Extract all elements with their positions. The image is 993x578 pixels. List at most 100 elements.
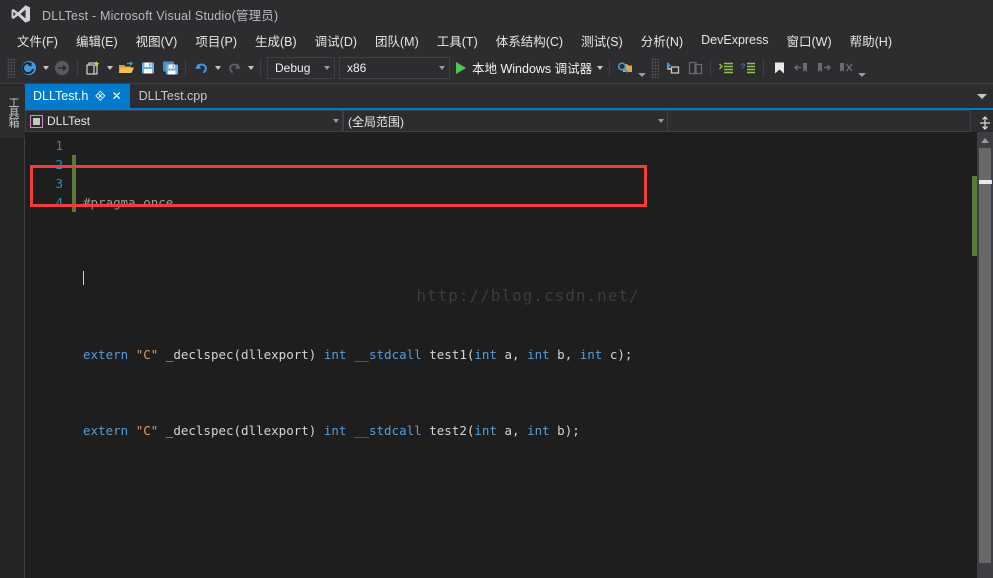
new-item-dropdown[interactable] [104,56,115,80]
code-token: int [527,423,558,438]
navigation-bar-filler [668,110,971,132]
comment-selection-icon[interactable]: ? [737,56,759,80]
redo-icon[interactable] [223,56,245,80]
code-line-3: extern "C" _declspec(dllexport) int __st… [79,345,977,364]
code-token: _declspec(dllexport) [158,423,324,438]
code-token: "C" [135,347,159,362]
open-folder-icon[interactable] [115,56,137,80]
vertical-scroll-track[interactable] [977,148,993,578]
menu-item-team[interactable]: 团队(M) [366,28,428,53]
change-marker-saved [72,174,79,193]
menu-item-test[interactable]: 测试(S) [572,28,632,53]
tab-label: DLLTest.cpp [138,89,208,103]
clear-bookmarks-icon[interactable] [834,56,856,80]
next-bookmark-icon[interactable] [812,56,834,80]
line-number: 2 [55,157,63,172]
change-marker-saved [72,193,79,212]
find-overflow-icon[interactable] [636,56,648,80]
chevron-down-icon [439,65,445,70]
play-icon [456,61,466,74]
step-into-icon[interactable] [662,56,684,80]
vertical-scrollbar[interactable] [977,115,993,578]
project-scope-value: DLLTest [47,114,91,128]
title-bar: DLLTest - Microsoft Visual Studio(管理员) [0,0,993,28]
menu-item-edit[interactable]: 编辑(E) [67,28,127,53]
toolbar-grip[interactable] [7,57,15,78]
toolbar-separator [710,58,712,77]
tab-list-chevron-icon[interactable] [971,84,993,108]
change-marker-none [69,136,79,155]
close-icon[interactable]: ✕ [112,90,122,102]
navigate-forward-icon[interactable] [51,56,73,80]
bookmark-icon[interactable] [768,56,790,80]
code-token: extern [83,347,136,362]
left-dock-strip: 工具箱 [0,84,25,578]
undo-icon[interactable] [190,56,212,80]
menu-item-project[interactable]: 项目(P) [186,28,246,53]
compare-files-icon[interactable] [684,56,706,80]
standard-toolbar: Debug x86 本地 Windows 调试器 ? [0,52,993,84]
start-debugging-label: 本地 Windows 调试器 [472,62,593,76]
toolbox-tab[interactable]: 工具箱 [0,86,25,138]
start-debugging-button[interactable]: 本地 Windows 调试器 [452,56,594,80]
previous-bookmark-icon[interactable] [790,56,812,80]
member-scope-value: (全局范围) [348,114,404,129]
editor-split-icon[interactable] [977,115,993,131]
code-token: int [474,347,505,362]
chevron-down-icon [333,119,339,123]
code-token: b); [557,423,580,438]
project-scope-combo[interactable]: DLLTest [25,110,343,132]
code-text-region[interactable]: #pragma once extern "C" _declspec(dllexp… [30,132,977,578]
caret-position-marker [979,180,992,184]
line-number: 4 [55,195,63,210]
menu-item-devexpress[interactable]: DevExpress [692,30,777,50]
pin-icon[interactable]: ⊞ [93,88,108,103]
workspace: 工具箱 DLLTest.h ⊞ ✕ DLLTest.cpp DLLTest (全… [0,84,993,578]
new-item-icon[interactable] [82,56,104,80]
tab-dlltest-h[interactable]: DLLTest.h ⊞ ✕ [25,84,131,108]
find-in-files-icon[interactable] [614,56,636,80]
undo-dropdown[interactable] [212,56,223,80]
scroll-up-icon[interactable] [977,132,993,148]
code-token: b, [557,347,580,362]
chevron-down-icon [658,119,664,123]
toolbar-grip[interactable] [651,57,660,78]
code-token: test2( [429,423,475,438]
save-all-icon[interactable] [159,56,181,80]
toolbar-overflow-icon[interactable] [856,56,868,80]
menu-item-help[interactable]: 帮助(H) [841,28,901,53]
menu-item-view[interactable]: 视图(V) [127,28,187,53]
navigate-backward-dropdown[interactable] [40,56,51,80]
change-marker-saved [72,155,79,174]
menu-item-window[interactable]: 窗口(W) [778,28,841,53]
platform-combo[interactable]: x86 [339,56,450,79]
menu-item-analyze[interactable]: 分析(N) [632,28,692,53]
toolbar-separator [609,58,611,77]
svg-text:?: ? [740,63,745,72]
menu-bar: 文件(F) 编辑(E) 视图(V) 项目(P) 生成(B) 调试(D) 团队(M… [0,28,993,52]
menu-item-debug[interactable]: 调试(D) [306,28,366,53]
code-token: __stdcall [353,347,430,362]
configuration-combo[interactable]: Debug [267,56,335,79]
redo-dropdown[interactable] [245,56,256,80]
member-scope-combo[interactable]: (全局范围) [343,110,668,132]
code-line-1: #pragma once [79,193,977,212]
code-token: int [474,423,505,438]
save-icon[interactable] [137,56,159,80]
menu-item-tools[interactable]: 工具(T) [428,28,487,53]
vertical-scroll-thumb[interactable] [979,148,991,563]
code-token: a, [504,423,528,438]
editor-column: DLLTest.h ⊞ ✕ DLLTest.cpp DLLTest (全局范围) [25,84,993,578]
format-document-icon[interactable] [715,56,737,80]
document-tab-strip: DLLTest.h ⊞ ✕ DLLTest.cpp [25,84,993,108]
code-editor-surface[interactable]: 1 2 3 4 #pragma once extern "C" _declspe… [25,115,993,578]
start-debugging-dropdown[interactable] [594,56,605,80]
menu-item-file[interactable]: 文件(F) [8,28,67,53]
visual-studio-logo-icon [10,3,32,25]
navigate-backward-icon[interactable] [18,56,40,80]
code-token: extern [83,423,136,438]
menu-item-build[interactable]: 生成(B) [246,28,306,53]
tab-dlltest-cpp[interactable]: DLLTest.cpp [131,84,217,108]
project-scope-icon [30,114,43,128]
menu-item-architecture[interactable]: 体系结构(C) [487,28,572,53]
